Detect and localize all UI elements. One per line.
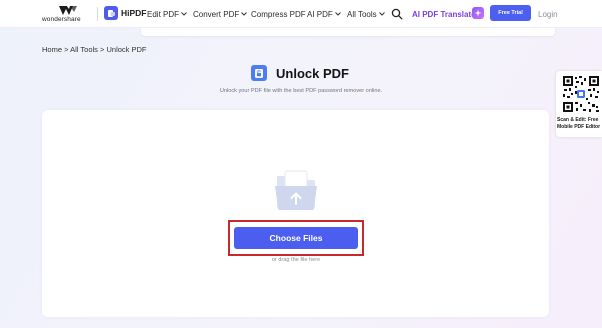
wondershare-logo[interactable]: wondershare [42, 6, 94, 23]
folder-upload-icon [275, 170, 317, 210]
menu-label: AI PDF [307, 9, 333, 19]
qr-caption-line2: Mobile PDF Editor [557, 124, 601, 130]
ai-sparkle-icon [472, 7, 484, 19]
ai-pdf-translator-link[interactable]: AI PDF Translator [412, 0, 479, 28]
brand-name: wondershare [42, 16, 81, 23]
choose-files-button[interactable]: Choose Files [234, 227, 358, 249]
breadcrumb[interactable]: Home > All Tools > Unlock PDF [42, 45, 147, 54]
menu-all-tools[interactable]: All Tools [347, 0, 385, 28]
chevron-down-icon [241, 12, 248, 16]
top-navbar: wondershare HiPDF Edit PDF Convert PDF C… [0, 0, 602, 28]
page-title: Unlock PDF [276, 65, 349, 81]
hipdf-logo[interactable]: HiPDF [104, 6, 147, 20]
menu-edit-pdf[interactable]: Edit PDF [147, 0, 187, 28]
menu-label: All Tools [347, 9, 377, 19]
hipdf-icon [104, 6, 118, 20]
upload-card[interactable] [42, 110, 549, 317]
search-icon[interactable] [391, 8, 403, 20]
page-header: Unlock PDF [251, 65, 349, 81]
page-subtitle: Unlock your PDF file with the best PDF p… [219, 88, 383, 94]
menu-label: Convert PDF [193, 9, 240, 19]
product-name: HiPDF [121, 8, 147, 18]
menu-compress-pdf[interactable]: Compress PDF [251, 0, 306, 28]
qr-code-icon [562, 75, 600, 113]
qr-caption-line1: Scan & Edit: Free [557, 117, 599, 123]
chevron-down-icon [181, 12, 187, 16]
menu-label: Compress PDF [251, 9, 306, 19]
menu-convert-pdf[interactable]: Convert PDF [193, 0, 248, 28]
nav-divider [97, 7, 98, 21]
free-trial-button[interactable]: Free Trial [490, 5, 531, 21]
menu-label: Edit PDF [147, 9, 180, 19]
login-link[interactable]: Login [538, 0, 558, 28]
chevron-down-icon [378, 12, 385, 16]
unlock-pdf-icon [251, 65, 267, 81]
drag-drop-hint: or drag the file here [271, 257, 321, 263]
ai-translator-label: AI PDF Translator [412, 9, 480, 19]
login-label: Login [538, 9, 558, 19]
wondershare-logo-icon [59, 6, 77, 15]
menu-ai-pdf[interactable]: AI PDF [307, 0, 341, 28]
qr-caption: Scan & Edit: Free Mobile PDF Editor [557, 117, 602, 131]
chevron-down-icon [334, 12, 341, 16]
nav-dropdown-strip [141, 28, 555, 36]
